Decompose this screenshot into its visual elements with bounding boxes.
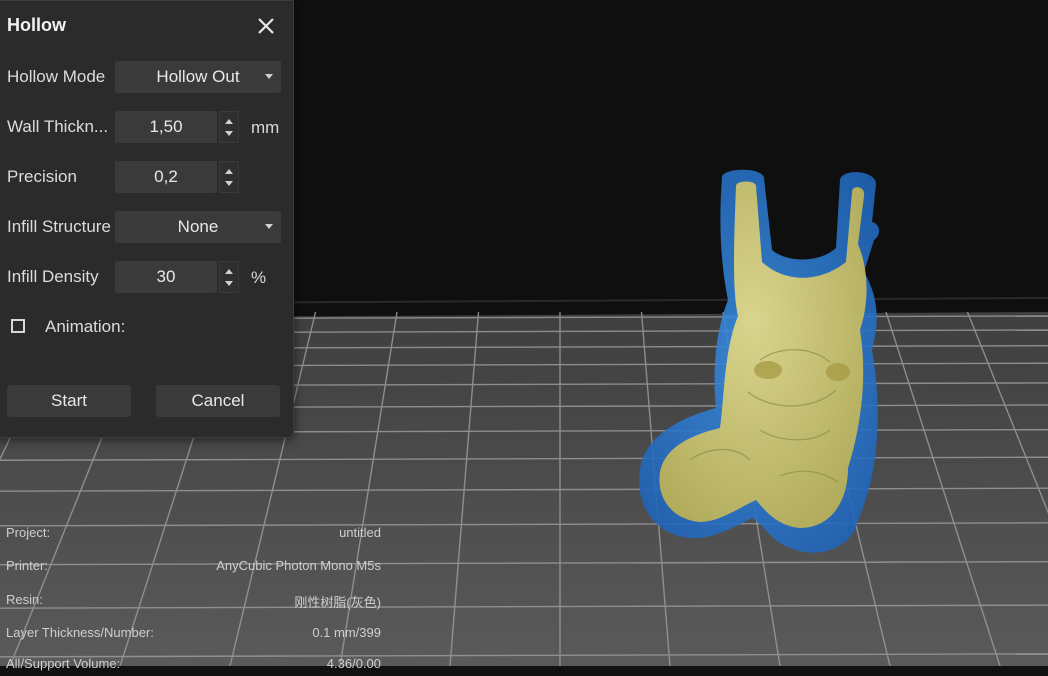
info-volume-label: All/Support Volume: (6, 656, 121, 671)
infill-density-input[interactable]: 30 (115, 261, 217, 293)
animation-checkbox[interactable] (11, 319, 25, 333)
infill-density-stepper[interactable] (219, 261, 239, 293)
info-project-value: untitled (339, 525, 381, 540)
chevron-down-icon (265, 224, 273, 229)
infill-density-label: Infill Density (7, 267, 99, 286)
wall-thickness-label: Wall Thickn... (7, 117, 109, 136)
info-printer: Printer: AnyCubic Photon Mono M5s (6, 558, 381, 578)
wall-thickness-value: 1,50 (149, 117, 183, 136)
hollow-mode-select[interactable]: Hollow Out (115, 61, 281, 93)
stepper-up-icon[interactable] (225, 169, 233, 174)
info-volume-value: 4.36/0.00 (326, 656, 381, 671)
infill-density-row: Infill Density (7, 260, 113, 294)
info-printer-label: Printer: (6, 558, 48, 573)
infill-density-value: 30 (156, 267, 176, 286)
wall-thickness-row: Wall Thickn... (7, 110, 113, 144)
info-project-label: Project: (6, 525, 51, 540)
precision-input[interactable]: 0,2 (115, 161, 217, 193)
start-button[interactable]: Start (7, 385, 131, 417)
wall-thickness-unit: mm (251, 118, 280, 137)
cancel-button[interactable]: Cancel (156, 385, 280, 417)
stepper-up-icon[interactable] (225, 119, 233, 124)
info-layer-value: 0.1 mm/399 (312, 625, 381, 640)
hollow-mode-row: Hollow Mode (7, 60, 113, 94)
info-layer-label: Layer Thickness/Number: (6, 625, 154, 640)
precision-label: Precision (7, 167, 77, 186)
stepper-up-icon[interactable] (225, 269, 233, 274)
precision-value: 0,2 (154, 167, 178, 186)
infill-structure-row: Infill Structure (7, 210, 117, 244)
info-resin-value: 刚性树脂(灰色) (294, 595, 381, 610)
info-resin-label: Resin: (6, 592, 43, 607)
infill-structure-value: None (177, 217, 219, 236)
close-icon[interactable] (253, 13, 279, 39)
info-volume: All/Support Volume: 4.36/0.00 (6, 656, 381, 676)
dialog-title: Hollow (7, 15, 66, 35)
hollow-dialog: Hollow Hollow Mode Hollow Out Wall Thick… (0, 0, 294, 438)
precision-stepper[interactable] (219, 161, 239, 193)
chevron-down-icon (265, 74, 273, 79)
wall-thickness-stepper[interactable] (219, 111, 239, 143)
info-layer: Layer Thickness/Number: 0.1 mm/399 (6, 625, 381, 645)
stepper-down-icon[interactable] (225, 181, 233, 186)
stepper-down-icon[interactable] (225, 281, 233, 286)
infill-structure-select[interactable]: None (115, 211, 281, 243)
infill-structure-label: Infill Structure (7, 217, 111, 236)
animation-label: Animation: (45, 317, 126, 336)
info-project: Project: untitled (6, 525, 381, 545)
hollow-mode-value: Hollow Out (156, 67, 240, 86)
infill-density-unit: % (251, 268, 267, 287)
hollow-mode-label: Hollow Mode (7, 67, 106, 86)
precision-row: Precision (7, 160, 113, 194)
wall-thickness-input[interactable]: 1,50 (115, 111, 217, 143)
stepper-down-icon[interactable] (225, 131, 233, 136)
info-resin: Resin: 刚性树脂(灰色) (6, 592, 381, 612)
info-printer-value: AnyCubic Photon Mono M5s (216, 558, 381, 573)
